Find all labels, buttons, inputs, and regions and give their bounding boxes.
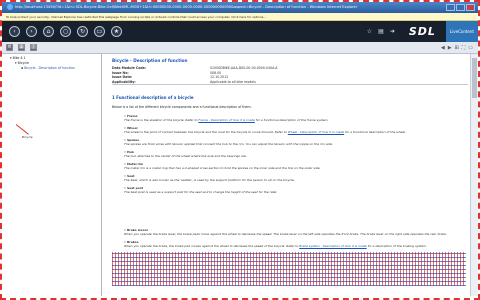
metadata-table: Data Module Code: S1000DBIKE-AAA-D00-00-0… <box>112 66 468 84</box>
zoom-icon[interactable]: ⊞ <box>455 45 459 51</box>
content-pane: Bicycle - Description of function Data M… <box>104 54 472 296</box>
metadata-value: Applicable to all bike models <box>210 79 256 84</box>
window-title-bar: http://localhost:13456/?id=1&m=SDL.Bicyc… <box>2 2 478 13</box>
settings-icon[interactable]: ▭ <box>468 45 473 51</box>
component-item: • Brakes When you operate the brake, the … <box>112 240 472 248</box>
toc-tree: ▾ Bike 4.1 ▾ Bicycle ▪ Bicycle - Descrip… <box>2 54 102 296</box>
arrow-icon[interactable]: ➜ <box>390 28 395 35</box>
cross-reference-link[interactable]: Frame - Description of how it is made <box>198 118 254 122</box>
data-module-header: Bicycle - Description of function Data M… <box>112 58 468 86</box>
next-page-icon[interactable]: ▶ <box>448 45 452 51</box>
star-icon[interactable]: ☆ <box>367 28 372 35</box>
refresh-icon[interactable]: ↻ <box>77 26 88 37</box>
component-description: The wheel is the point of contact betwee… <box>124 130 407 135</box>
security-info-bar[interactable]: To help protect your security, Internet … <box>2 13 478 21</box>
close-button[interactable] <box>466 4 475 11</box>
highlight-lines <box>112 252 466 286</box>
search-icon[interactable]: ○ <box>60 26 71 37</box>
vertical-scrollbar[interactable] <box>470 54 478 296</box>
metadata-key: Applicability: <box>112 79 136 84</box>
section-heading: 1 Functional description of a bicycle <box>112 95 194 101</box>
tree-node-description[interactable]: ▪ Bicycle - Description of function <box>10 66 101 70</box>
minimize-button[interactable] <box>446 4 455 11</box>
home-icon[interactable]: ⌂ <box>43 26 54 37</box>
component-description: When you operate the brake, the brake pa… <box>124 244 427 249</box>
print-icon[interactable]: ▭ <box>94 26 105 37</box>
tree-node-root[interactable]: ▾ Bike 4.1 <box>10 56 101 60</box>
browser-icon <box>7 4 13 10</box>
cross-reference-link[interactable]: Brake system - Description of how it is … <box>299 244 366 248</box>
app-toolbar: ‹ › ⌂ ○ ↻ ▭ ★ ☆ ▤ ➜ SDL LiveContent <box>2 21 478 42</box>
list-view-icon[interactable]: ≡ <box>6 44 13 51</box>
component-description: The hub attaches to the center of the wh… <box>124 154 247 159</box>
grid-view-icon[interactable]: ▦ <box>18 44 25 51</box>
maximize-button[interactable] <box>456 4 465 11</box>
component-item: • Seat The Seat, which is also known as t… <box>112 174 472 182</box>
intro-text: Below is a list of the different bicycle… <box>112 105 252 110</box>
component-description: The Seat post is used as a support post … <box>124 190 278 195</box>
bookmark-icon[interactable]: ★ <box>111 26 122 37</box>
forward-icon[interactable]: › <box>26 26 37 37</box>
window-title: http://localhost:13456/?id=1&m=SDL.Bicyc… <box>15 5 358 9</box>
secondary-toolbar: ≡ ▦ ▥ ◀ ▶ ⊞ ⛶ ▭ <box>2 42 478 54</box>
component-description: The spokes are thick wires with tension … <box>124 142 334 147</box>
callout-line <box>15 124 29 135</box>
tree-node-bicycle[interactable]: ▾ Bicycle <box>10 61 101 65</box>
component-item: • Seat post The Seat post is used as a su… <box>112 186 472 194</box>
info-bar-text: To help protect your security, Internet … <box>6 15 267 19</box>
fullscreen-icon[interactable]: ⛶ <box>462 45 466 51</box>
metadata-row: Applicability: Applicable to all bike mod… <box>112 80 468 85</box>
component-description: The frame is the skeleton of the bicycle… <box>124 118 329 123</box>
component-item: • Brake levers When you operate the brake… <box>112 228 472 236</box>
component-item: • Wheel The wheel is the point of contact… <box>112 126 472 134</box>
page-icon[interactable]: ▤ <box>378 28 384 35</box>
component-item: • Spokes The spokes are thick wires with … <box>112 138 472 146</box>
component-description: When you operate the brake lever, the br… <box>124 232 447 237</box>
window-controls <box>446 4 475 11</box>
back-icon[interactable]: ‹ <box>9 26 20 37</box>
component-description: The Seat, which is also known as the 'sa… <box>124 178 295 183</box>
toolbar-right-tools: ☆ ▤ ➜ <box>367 28 395 35</box>
callout-label: Bicycle <box>22 135 33 139</box>
cross-reference-link[interactable]: Wheel - Description of how it is made <box>288 130 344 134</box>
component-list: • Frame The frame is the skeleton of the … <box>112 114 472 194</box>
prev-page-icon[interactable]: ◀ <box>441 45 445 51</box>
product-wordmark: LiveContent <box>445 21 478 42</box>
brand-logo: SDL <box>408 25 436 38</box>
tree-view-icon[interactable]: ▥ <box>30 44 37 51</box>
scrollbar-thumb[interactable] <box>472 58 477 98</box>
view-tools: ◀ ▶ ⊞ ⛶ ▭ <box>441 45 473 51</box>
component-item: • Frame The frame is the skeleton of the … <box>112 114 472 122</box>
component-description: The metal rim is a metal ring that has a… <box>124 166 321 171</box>
component-item: • Hub The hub attaches to the center of t… <box>112 150 472 158</box>
component-item: • Metal rim The metal rim is a metal ring… <box>112 162 472 170</box>
page-title: Bicycle - Description of function <box>112 58 188 63</box>
